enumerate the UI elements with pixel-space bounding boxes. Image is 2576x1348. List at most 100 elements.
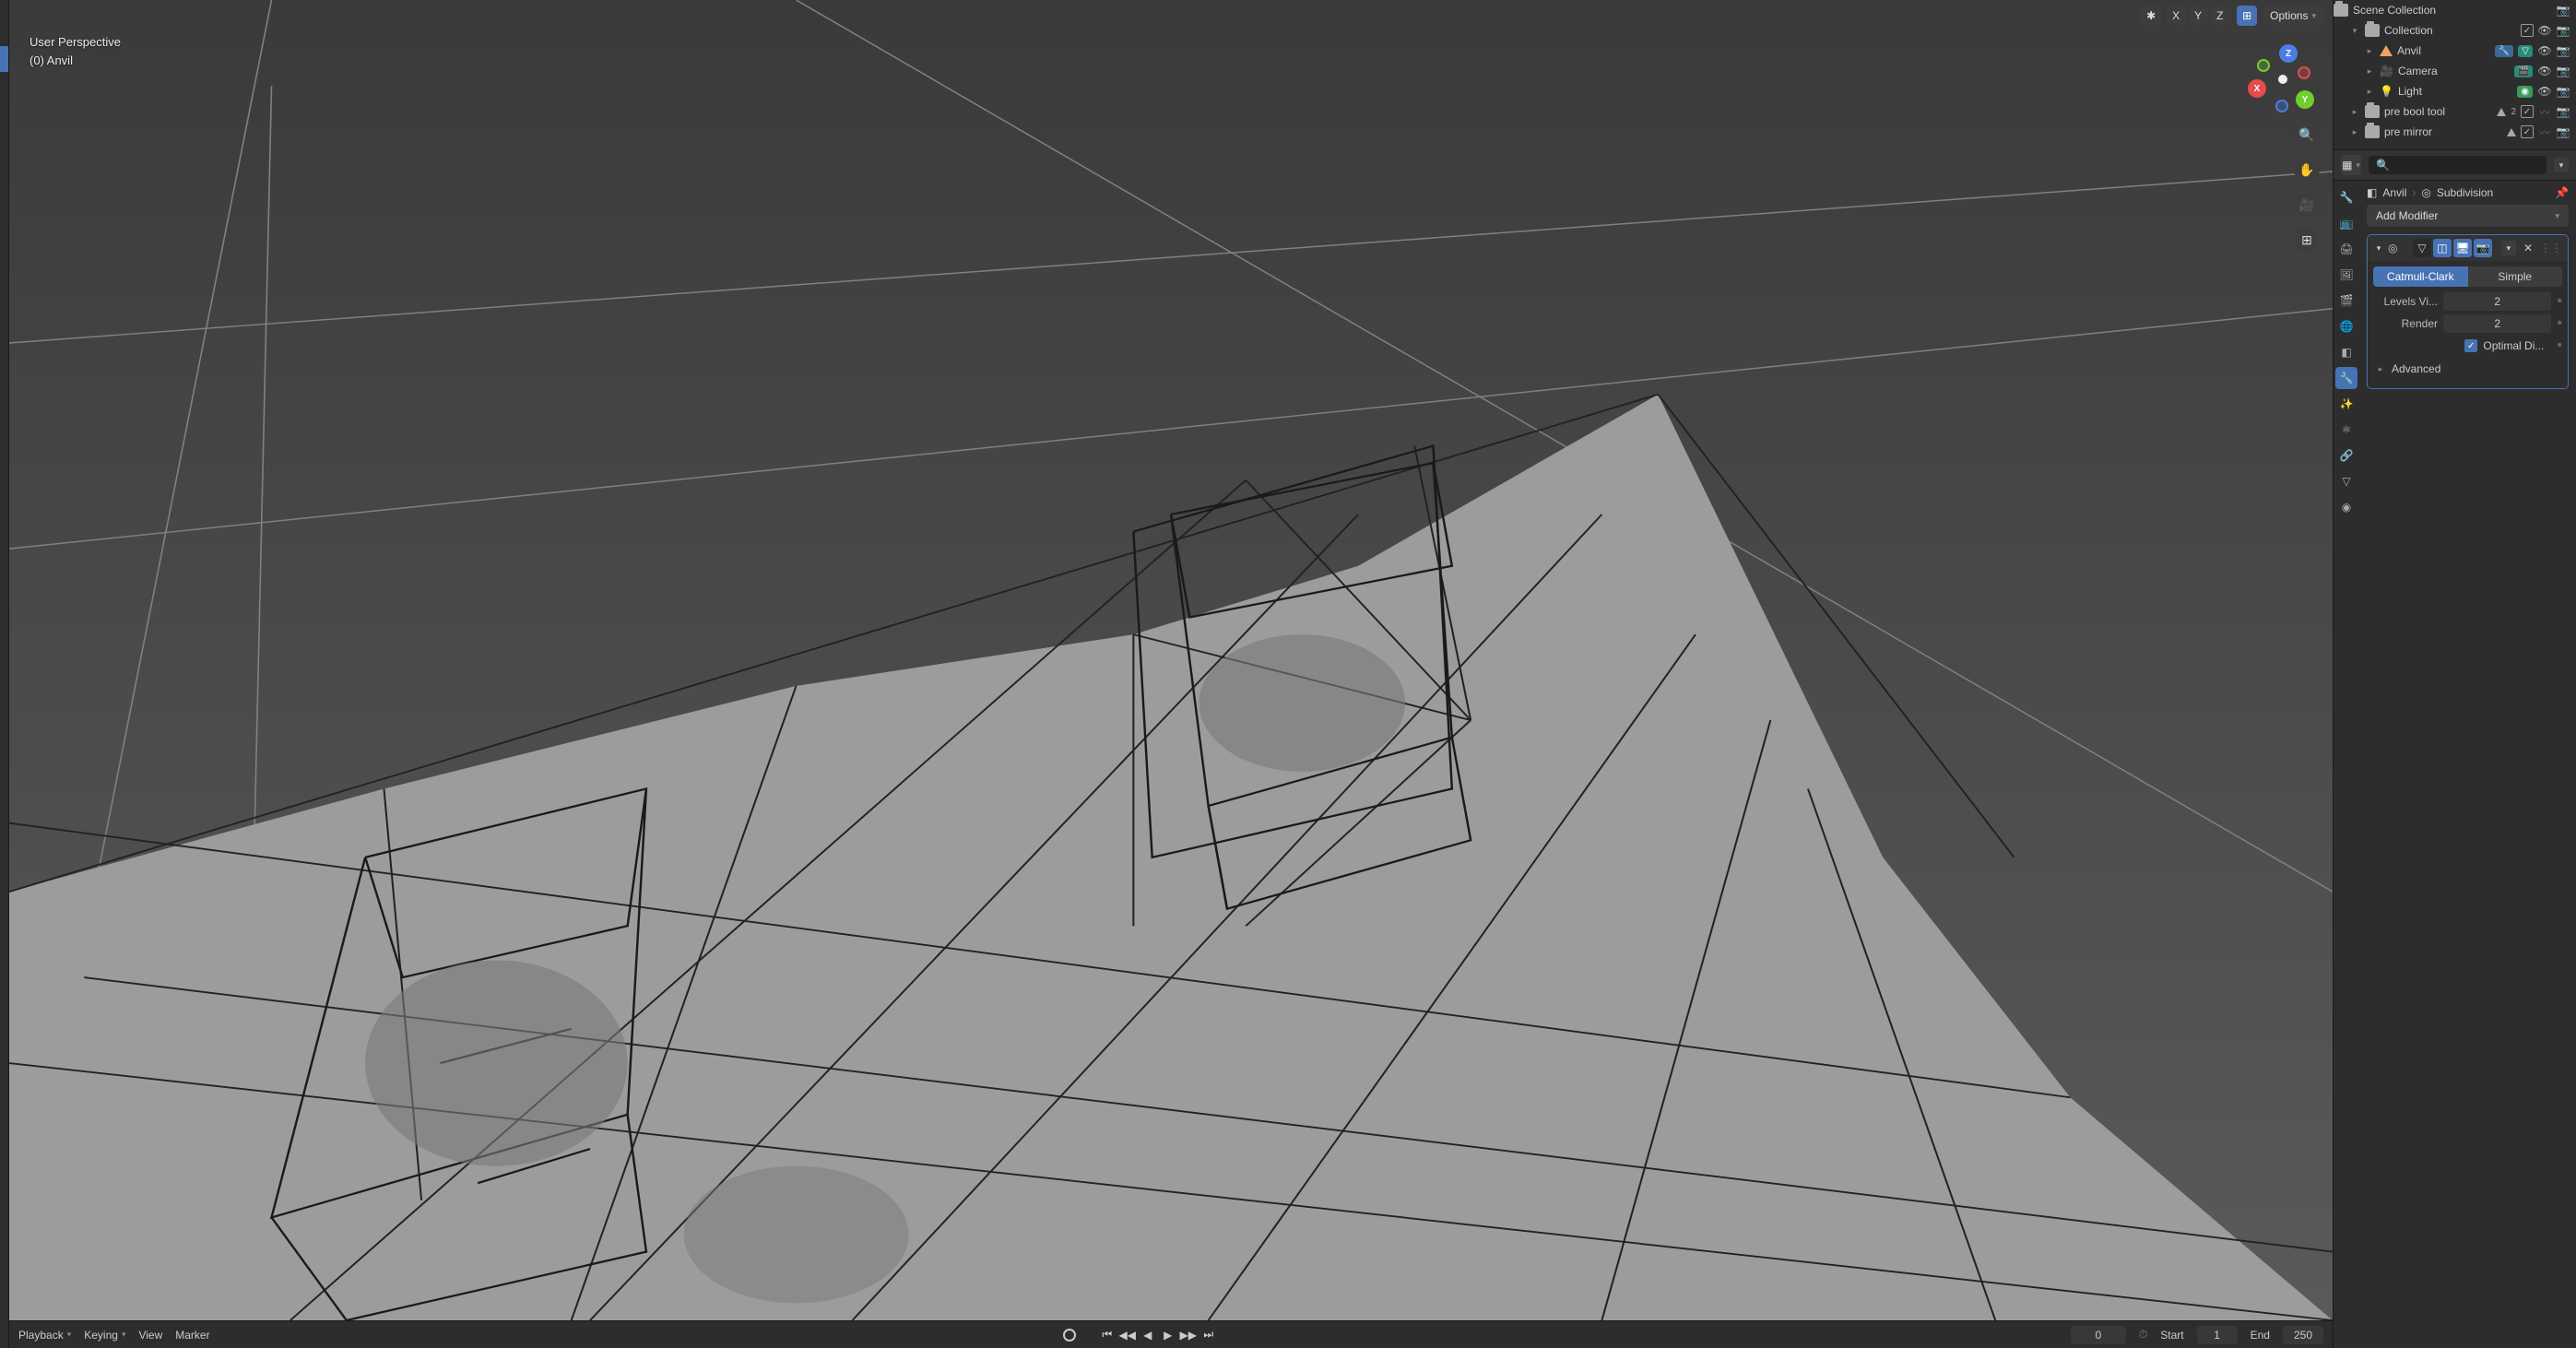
jump-end-icon[interactable]: ⏭ [1199, 1326, 1218, 1344]
play-icon[interactable]: ▶ [1159, 1326, 1177, 1344]
camera-restrict-icon[interactable]: 📷 [2556, 23, 2570, 38]
eye-hidden-icon[interactable]: 〰 [2537, 104, 2552, 119]
mod-viewport-toggle[interactable]: 🖥 [2453, 239, 2472, 257]
mod-cage-toggle[interactable]: ◫ [2433, 239, 2452, 257]
axis-y-btn[interactable]: Y [2189, 6, 2209, 25]
tab-world[interactable]: 🌐 [2335, 315, 2357, 337]
eye-icon[interactable]: 👁 [2537, 84, 2552, 99]
gizmo-neg-y[interactable] [2257, 59, 2270, 72]
tab-constraints[interactable]: 🔗 [2335, 444, 2357, 467]
animate-property-icon[interactable]: • [2557, 316, 2562, 331]
gizmo-axis-y[interactable]: Y [2296, 90, 2314, 109]
tab-view-layer[interactable]: 🖼 [2335, 264, 2357, 286]
camera-restrict-icon[interactable]: 📷 [2556, 3, 2570, 18]
tab-physics[interactable]: ⚛ [2335, 419, 2357, 441]
breadcrumb-object[interactable]: Anvil [2382, 186, 2406, 199]
current-frame-field[interactable]: 0 [2071, 1326, 2126, 1344]
modifier-header[interactable]: ▾ ◎ ▽ ◫ 🖥 📷 ▾ ✕ ⋮⋮ [2368, 235, 2568, 261]
playback-menu[interactable]: Playback ▾ [18, 1329, 71, 1342]
eye-hidden-icon[interactable]: 〰 [2537, 124, 2552, 139]
tab-render[interactable]: 📺 [2335, 212, 2357, 234]
camera-restrict-icon[interactable]: 📷 [2556, 124, 2570, 139]
simple-button[interactable]: Simple [2468, 266, 2563, 287]
eye-icon[interactable]: 👁 [2537, 43, 2552, 58]
zoom-icon[interactable]: 🔍 [2294, 122, 2320, 148]
animate-property-icon[interactable]: • [2557, 338, 2562, 353]
gizmo-neg-x[interactable] [2298, 66, 2310, 79]
expand-icon[interactable]: ▾ [2349, 26, 2360, 36]
pin-icon[interactable]: 📌 [2555, 186, 2569, 199]
levels-render-field[interactable]: 2 [2443, 314, 2551, 333]
search-input[interactable] [2395, 159, 2539, 171]
anvil-row[interactable]: ▸ Anvil 🔧 ▽ 👁 📷 [2334, 41, 2576, 61]
snap-icon[interactable]: ✱ [2141, 6, 2161, 26]
tab-material[interactable]: ◉ [2335, 496, 2357, 518]
gizmo-neg-z[interactable] [2275, 100, 2288, 112]
camera-view-icon[interactable]: 🎥 [2294, 192, 2320, 218]
pre-mirror-row[interactable]: ▸ pre mirror 〰 📷 [2334, 122, 2576, 142]
modifier-menu-icon[interactable]: ▾ [2501, 241, 2516, 255]
overlays-toggle-icon[interactable]: ⊞ [2237, 6, 2257, 26]
close-icon[interactable]: ✕ [2523, 242, 2533, 254]
prev-keyframe-icon[interactable]: ◀◀ [1118, 1326, 1137, 1344]
camera-restrict-icon[interactable]: 📷 [2556, 43, 2570, 58]
clock-icon[interactable]: ⏱ [2139, 1328, 2147, 1342]
light-row[interactable]: ▸ 💡 Light ◉ 👁 📷 [2334, 81, 2576, 101]
expand-icon[interactable]: ▸ [2364, 87, 2375, 97]
viewport-3d[interactable]: ✱ X Y Z ⊞ Options ▾ User Perspective (0)… [9, 0, 2333, 1320]
exclude-checkbox[interactable] [2521, 105, 2534, 118]
play-reverse-icon[interactable]: ◀ [1139, 1326, 1157, 1344]
camera-restrict-icon[interactable]: 📷 [2556, 84, 2570, 99]
data-badge[interactable]: ◉ [2517, 86, 2533, 98]
data-badge[interactable]: 🎬 [2514, 65, 2533, 77]
properties-search[interactable]: 🔍 [2369, 156, 2546, 174]
pre-bool-row[interactable]: ▸ pre bool tool 2 〰 📷 [2334, 101, 2576, 122]
view-menu[interactable]: View [138, 1329, 162, 1342]
levels-viewport-field[interactable]: 2 [2443, 292, 2551, 311]
tab-particles[interactable]: ✨ [2335, 393, 2357, 415]
animate-property-icon[interactable]: • [2557, 294, 2562, 309]
next-keyframe-icon[interactable]: ▶▶ [1179, 1326, 1198, 1344]
gizmo-axis-x[interactable]: X [2248, 79, 2266, 98]
camera-restrict-icon[interactable]: 📷 [2556, 104, 2570, 119]
tab-modifiers[interactable]: 🔧 [2335, 367, 2357, 389]
eye-icon[interactable]: 👁 [2537, 23, 2552, 38]
end-frame-field[interactable]: 250 [2283, 1326, 2323, 1344]
auto-key-toggle[interactable] [1063, 1329, 1076, 1342]
display-mode-icon[interactable]: ▦▾ [2341, 155, 2361, 175]
modifier-badge[interactable]: 🔧 [2495, 45, 2513, 57]
expand-icon[interactable]: ▾ [2373, 243, 2384, 254]
tab-scene[interactable]: 🎬 [2335, 290, 2357, 312]
jump-start-icon[interactable]: ⏮ [1098, 1326, 1117, 1344]
tab-output[interactable]: 🖨 [2335, 238, 2357, 260]
exclude-checkbox[interactable] [2521, 24, 2534, 37]
expand-icon[interactable]: ▸ [2349, 127, 2360, 137]
navigation-gizmo[interactable]: X Y Z [2250, 46, 2316, 112]
mod-render-toggle[interactable]: 📷 [2474, 239, 2492, 257]
expand-icon[interactable]: ▸ [2364, 66, 2375, 77]
camera-restrict-icon[interactable]: 📷 [2556, 64, 2570, 78]
catmull-clark-button[interactable]: Catmull-Clark [2373, 266, 2468, 287]
tab-object[interactable]: ◧ [2335, 341, 2357, 363]
scene-collection-row[interactable]: Scene Collection 📷 [2334, 0, 2576, 20]
eye-icon[interactable]: 👁 [2537, 64, 2552, 78]
expand-icon[interactable]: ▸ [2349, 107, 2360, 117]
grid-toggle-icon[interactable]: ⊞ [2294, 227, 2320, 253]
expand-icon[interactable]: ▸ [2364, 46, 2375, 56]
drag-handle-icon[interactable]: ⋮⋮ [2540, 242, 2562, 254]
active-tool-indicator[interactable] [0, 46, 8, 72]
axis-z-btn[interactable]: Z [2211, 6, 2231, 25]
collection-row[interactable]: ▾ Collection 👁 📷 [2334, 20, 2576, 41]
options-dropdown[interactable]: Options ▾ [2263, 6, 2323, 25]
axis-x-btn[interactable]: X [2167, 6, 2187, 25]
options-icon[interactable]: ▾ [2554, 158, 2569, 172]
add-modifier-button[interactable]: Add Modifier ▾ [2367, 205, 2569, 227]
breadcrumb-modifier[interactable]: Subdivision [2437, 186, 2493, 199]
pan-icon[interactable]: ✋ [2294, 157, 2320, 183]
data-badge[interactable]: ▽ [2518, 45, 2533, 57]
start-frame-field[interactable]: 1 [2197, 1326, 2238, 1344]
optimal-display-checkbox[interactable]: ✓ [2464, 339, 2477, 352]
mod-edit-toggle[interactable]: ▽ [2413, 239, 2431, 257]
exclude-checkbox[interactable] [2521, 125, 2534, 138]
gizmo-axis-z[interactable]: Z [2279, 44, 2298, 63]
